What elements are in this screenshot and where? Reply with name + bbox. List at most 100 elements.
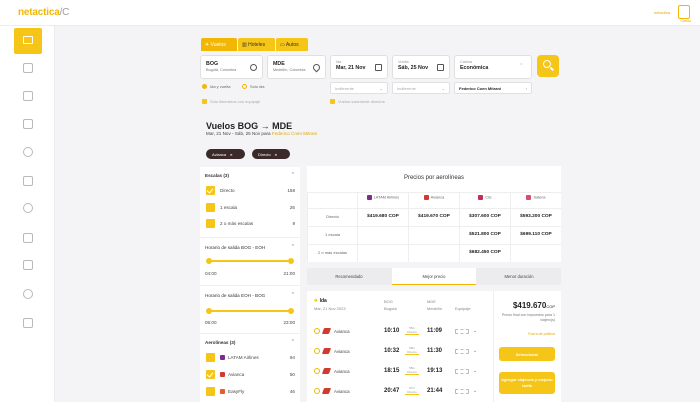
price-cell (357, 226, 408, 244)
depart-date-field[interactable]: Ida Mar, 21 Nov (330, 55, 388, 79)
depart-time: 20:47 (384, 388, 400, 394)
price-cell[interactable]: $682.450 COP (459, 244, 510, 262)
select-return-time[interactable]: Indiferente ⌄ (392, 82, 450, 94)
flight-radio[interactable] (314, 388, 320, 394)
sidebar-settings-icon[interactable] (23, 233, 33, 243)
checkbox-direct[interactable] (330, 99, 335, 104)
checkbox-stop-one[interactable] (206, 203, 215, 212)
airline-name: Avianca (334, 369, 350, 374)
page-title: Vuelos BOG → MDE (206, 121, 293, 131)
price-cell[interactable]: $419.670 COP (408, 208, 459, 226)
filter-chip-direct[interactable]: Directo × (252, 149, 290, 159)
flight-option-row[interactable]: Avianca 10:10 55m Directo 11:09 ⌄ (307, 321, 487, 343)
checkbox-baggage[interactable] (202, 99, 207, 104)
col-to: MDE (427, 299, 436, 304)
chevron-down-icon[interactable]: ⌄ (473, 328, 477, 334)
tab-autos[interactable]: ▭ Autos (276, 38, 308, 51)
direct-option-label: Vuelos solamente directos (338, 99, 385, 104)
select-button[interactable]: Seleccionar (499, 347, 555, 361)
sidebar-plane-icon[interactable] (23, 63, 33, 73)
filter-chip-avianca[interactable]: Avianca × (206, 149, 245, 159)
slider-handle[interactable] (206, 258, 212, 264)
cart-icon[interactable] (678, 5, 690, 19)
checkbox-stop-direct[interactable] (206, 186, 215, 195)
price-cell[interactable]: $307.600 COP (459, 208, 510, 226)
avianca-logo-icon (321, 328, 332, 334)
sort-tab-recommended[interactable]: Recomendado (307, 268, 391, 285)
cabin-label: Cabina (460, 60, 473, 64)
price-cell[interactable]: $699.110 COP (510, 226, 561, 244)
sidebar-chart-icon[interactable] (23, 260, 33, 270)
outbound-time-title: Horario de salida BOG - EOH (205, 245, 266, 250)
app-logo[interactable]: netactica/C (18, 7, 69, 18)
baggage-icon (455, 369, 469, 374)
baggage-option-label: Solo itinerarios con equipaje (210, 99, 261, 104)
baggage-icon (455, 349, 469, 354)
return-time-slider[interactable] (206, 308, 294, 314)
price-row-label: 2 o más escalas (307, 244, 357, 262)
prices-grid: LATAM Airlines Avianca Clic Satena Direc… (307, 192, 561, 262)
tab-hoteles[interactable]: ▥ Hoteles (238, 38, 275, 51)
origin-field[interactable]: BOG Bogotá, Colombia (200, 55, 263, 79)
radio-round-trip[interactable] (202, 84, 207, 89)
airline-count: 46 (289, 389, 295, 394)
sort-tab-shortest[interactable]: Menor duración (477, 268, 561, 285)
cabin-field[interactable]: Cabina Económica ⌃ (454, 55, 532, 79)
checkbox-stop-two-plus[interactable] (206, 219, 215, 228)
search-button[interactable] (537, 55, 559, 77)
sidebar-clock-icon[interactable] (23, 289, 33, 299)
price-cell[interactable]: $521.800 COP (459, 226, 510, 244)
slider-handle[interactable] (288, 258, 294, 264)
collapse-icon[interactable]: ⌃ (291, 339, 295, 345)
destination-field[interactable]: MDE Medellín, Colombia (267, 55, 326, 79)
depart-time: 10:10 (384, 328, 400, 334)
collapse-icon[interactable]: ⌃ (291, 292, 295, 298)
time-to: 23:00 (283, 320, 296, 325)
sidebar-document-icon[interactable] (23, 119, 33, 129)
checkbox-airline-avianca[interactable] (206, 370, 215, 379)
leg-date: Mar, 21 Nov 2023 (314, 306, 346, 311)
traveler-select[interactable]: Federico Coen Mitrani › (454, 82, 532, 94)
select-depart-time[interactable]: Indiferente ⌄ (330, 82, 388, 94)
policy-link[interactable]: Fuera de política (499, 332, 555, 336)
user-menu[interactable]: netactica (654, 10, 670, 15)
airline-name: Avianca (334, 389, 350, 394)
flight-option-row[interactable]: Avianca 20:47 57m Directo 21:44 ⌄ (307, 381, 487, 402)
flight-radio[interactable] (314, 368, 320, 374)
price-cell[interactable]: $419.680 COP (357, 208, 408, 226)
stop-label: 2 o más escalas (220, 221, 254, 226)
plane-icon: ✈ (314, 298, 319, 304)
collapse-icon[interactable]: ⌃ (291, 244, 295, 250)
calendar-icon (375, 64, 382, 71)
radio-one-way[interactable] (242, 84, 247, 89)
tab-vuelos[interactable]: ✈ Vuelos (201, 38, 237, 51)
flight-radio[interactable] (314, 328, 320, 334)
return-date-field[interactable]: Vuelta Sáb, 25 Nov (392, 55, 450, 79)
flight-radio[interactable] (314, 348, 320, 354)
chevron-down-icon[interactable]: ⌄ (473, 348, 477, 354)
arrive-time: 11:09 (427, 328, 443, 334)
sidebar-globe-icon[interactable] (23, 203, 33, 213)
price-cell (408, 244, 459, 262)
stop-count: 26 (289, 205, 295, 210)
sidebar-user-icon[interactable] (23, 147, 33, 157)
sidebar-car-icon[interactable] (23, 176, 33, 186)
add-traveler-button[interactable]: Agregar viajero/a y mejorar tarifa (499, 372, 555, 394)
price-cell[interactable]: $593.200 COP (510, 208, 561, 226)
airlines-filter-title: Aerolíneas (3) (205, 340, 236, 345)
sidebar-building-icon[interactable] (23, 91, 33, 101)
sidebar-item-travel[interactable] (14, 28, 42, 54)
outbound-time-slider[interactable] (206, 258, 294, 264)
sidebar-report-icon[interactable] (23, 318, 33, 328)
slider-handle[interactable] (206, 308, 212, 314)
checkbox-airline-easyfly[interactable] (206, 387, 215, 396)
chevron-down-icon[interactable]: ⌄ (473, 368, 477, 374)
flight-option-row[interactable]: Avianca 10:32 58m Directo 11:30 ⌄ (307, 341, 487, 363)
collapse-icon[interactable]: ⌃ (291, 172, 295, 178)
top-bar: netactica/C netactica Carrito (0, 0, 700, 26)
chevron-down-icon[interactable]: ⌄ (473, 388, 477, 394)
slider-handle[interactable] (288, 308, 294, 314)
flight-option-row[interactable]: Avianca 18:15 58m Directo 19:13 ⌄ (307, 361, 487, 383)
checkbox-airline-latam[interactable] (206, 353, 215, 362)
sort-tab-best-price[interactable]: Mejor precio (392, 268, 476, 285)
